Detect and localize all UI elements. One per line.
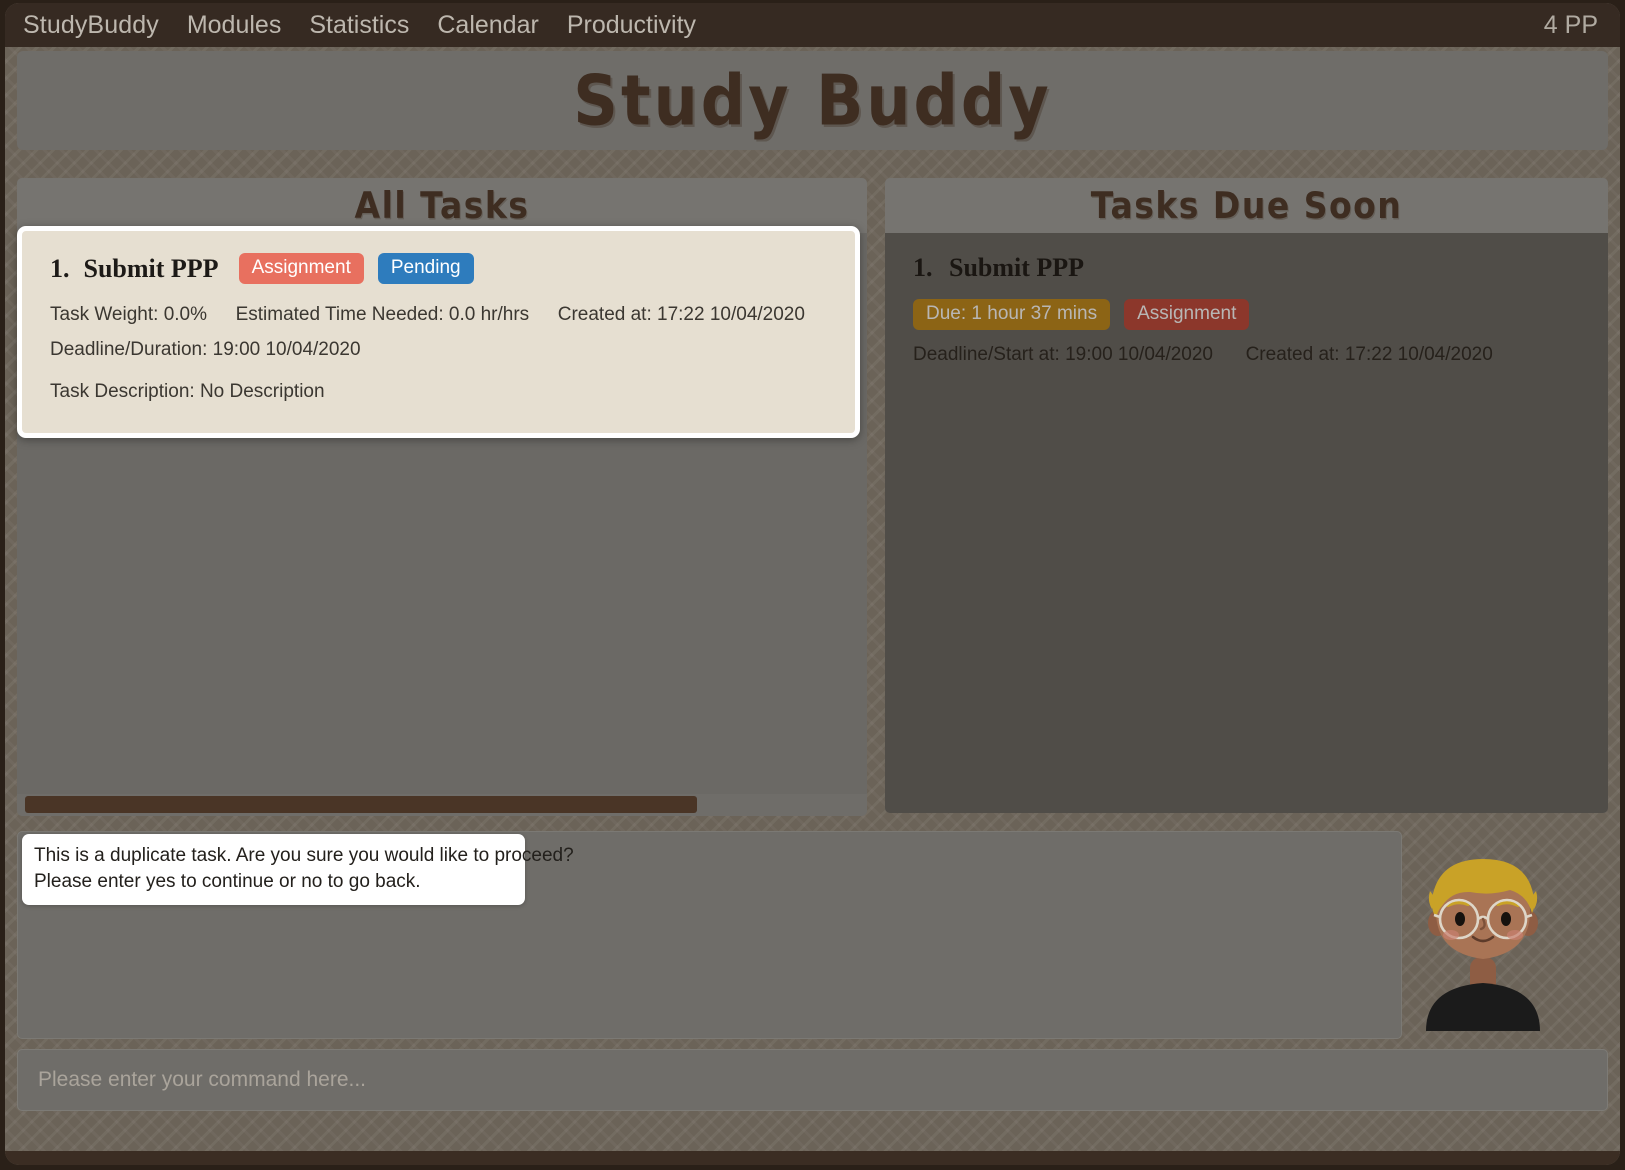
- avatar-illustration: [1426, 859, 1540, 1031]
- command-input[interactable]: [17, 1049, 1608, 1111]
- nav-link-modules[interactable]: Modules: [187, 11, 282, 40]
- due-task-index: 1.: [913, 253, 933, 282]
- badge-due-countdown[interactable]: Due: 1 hour 37 mins: [913, 299, 1111, 330]
- title-banner: Study Buddy: [17, 51, 1608, 150]
- task-deadline: Deadline/Duration: 19:00 10/04/2020: [50, 339, 361, 360]
- task-name: Submit PPP: [83, 253, 219, 283]
- task-meta-row-1: Task Weight: 0.0% Estimated Time Needed:…: [50, 304, 829, 326]
- task-created-at: Created at: 17:22 10/04/2020: [557, 304, 805, 325]
- app-frame: StudyBuddy Modules Statistics Calendar P…: [5, 3, 1620, 1165]
- nav-link-calendar[interactable]: Calendar: [437, 11, 538, 40]
- navbar-links-group: StudyBuddy Modules Statistics Calendar P…: [23, 11, 696, 40]
- app-root: StudyBuddy Modules Statistics Calendar P…: [0, 0, 1625, 1170]
- panel-tasks-due-soon: Tasks Due Soon 1. Submit PPP Due: 1 hour…: [885, 178, 1608, 813]
- avatar: [1418, 849, 1548, 1031]
- task-weight: Task Weight: 0.0%: [50, 304, 208, 325]
- task-card-header-row: 1. Submit PPP Assignment Pending: [50, 253, 829, 284]
- task-card-highlighted[interactable]: 1. Submit PPP Assignment Pending Task We…: [17, 226, 860, 438]
- assistant-message-line-2: Please enter yes to continue or no to go…: [34, 871, 421, 892]
- badge-pending[interactable]: Pending: [377, 253, 474, 284]
- badge-assignment[interactable]: Assignment: [238, 253, 364, 284]
- all-tasks-header: All Tasks: [17, 178, 867, 233]
- due-task-deadline: Deadline/Start at: 19:00 10/04/2020: [913, 344, 1214, 365]
- due-task-created-at: Created at: 17:22 10/04/2020: [1245, 344, 1493, 365]
- nav-link-statistics[interactable]: Statistics: [309, 11, 409, 40]
- task-description: Task Description: No Description: [50, 381, 325, 402]
- due-soon-task-card[interactable]: 1. Submit PPP Due: 1 hour 37 mins Assign…: [885, 233, 1608, 388]
- nav-link-productivity[interactable]: Productivity: [567, 11, 696, 40]
- task-index: 1.: [50, 253, 70, 283]
- nav-brand-studybuddy[interactable]: StudyBuddy: [23, 11, 159, 40]
- all-tasks-hscrollbar-thumb[interactable]: [25, 796, 697, 813]
- tasks-due-soon-body[interactable]: 1. Submit PPP Due: 1 hour 37 mins Assign…: [885, 233, 1608, 813]
- tasks-due-soon-title: Tasks Due Soon: [1090, 184, 1403, 227]
- all-tasks-title: All Tasks: [354, 184, 530, 227]
- due-task-title-row: 1. Submit PPP: [913, 253, 1580, 283]
- badge-assignment-due-soon[interactable]: Assignment: [1124, 299, 1250, 330]
- tasks-due-soon-header: Tasks Due Soon: [885, 178, 1608, 233]
- bottom-strip: [5, 1151, 1620, 1165]
- task-estimated-time: Estimated Time Needed: 0.0 hr/hrs: [235, 304, 530, 325]
- productivity-points-badge: 4 PP: [1543, 10, 1598, 39]
- due-task-badges: Due: 1 hour 37 mins Assignment: [913, 299, 1580, 330]
- navbar: StudyBuddy Modules Statistics Calendar P…: [5, 3, 1620, 47]
- due-task-meta-row: Deadline/Start at: 19:00 10/04/2020 Crea…: [913, 344, 1580, 366]
- due-task-name: Submit PPP: [949, 253, 1085, 282]
- page-title: Study Buddy: [573, 59, 1052, 142]
- assistant-message-bubble: This is a duplicate task. Are you sure y…: [22, 834, 574, 905]
- assistant-message-line-1: This is a duplicate task. Are you sure y…: [34, 845, 574, 866]
